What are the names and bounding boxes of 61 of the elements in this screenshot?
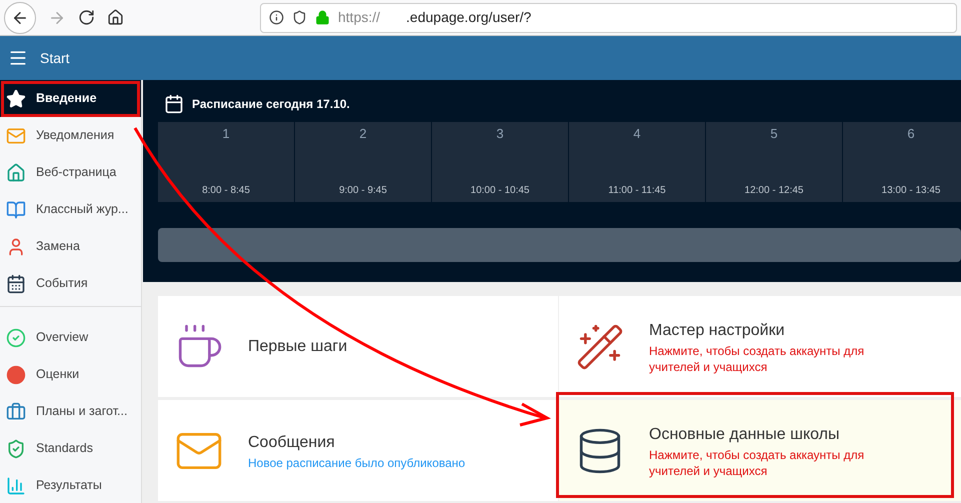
sidebar-item[interactable]: Планы и загот... [0,393,141,430]
card-subtitle: Нажмите, чтобы создать аккаунты для учителей и учащихся [649,446,866,478]
card-title: Основные данные школы [649,424,841,444]
back-button[interactable] [4,2,36,34]
period-cell[interactable]: 1 8:00 - 8:45 [158,122,294,202]
dashboard-card[interactable]: Основные данные школы Нажмите, чтобы создать аккаунты для учителей и учащихся [559,400,961,501]
period-time: 11:00 - 11:45 [608,184,666,198]
dashboard-card[interactable]: Мастер настройки Нажмите, чтобы создать аккаунты для учителей и учащихся [559,296,961,397]
period-number: 6 [907,125,915,143]
period-time: 12:00 - 12:45 [744,184,804,198]
url-text: .edupage.org/user/? [406,8,532,27]
period-time: 9:00 - 9:45 [339,184,387,198]
card-title: Первые шаги [248,336,348,356]
bar-chart-icon [6,476,26,496]
sidebar-item[interactable]: Классный жур... [0,191,141,228]
card-title: Мастер настройки [649,320,786,340]
shield-check-icon [6,438,26,458]
check-circle-icon [6,328,26,348]
sidebar-item[interactable]: Результаты [0,467,141,503]
briefcase-icon [6,402,26,422]
calendar-icon [164,94,184,114]
header-title: Start [40,48,70,68]
calendar-icon [6,274,26,294]
dashboard-card[interactable]: Сообщения Новое расписание было опубликовано [158,400,558,501]
period-cell[interactable]: 2 9:00 - 9:45 [295,122,431,202]
period-number: 4 [633,125,641,143]
period-cell[interactable]: 3 10:00 - 10:45 [432,122,568,202]
sidebar-item[interactable]: События [0,265,141,302]
period-time: 10:00 - 10:45 [470,184,530,198]
grade-circle-icon [6,364,26,384]
period-number: 5 [770,125,778,143]
home-icon[interactable] [107,9,124,26]
period-number: 3 [496,125,504,143]
period-number: 1 [222,125,230,143]
card-subtitle: Новое расписание было опубликовано [248,454,466,470]
sidebar-item[interactable]: Оценки [0,356,141,393]
card-subtitle: Нажмите, чтобы создать аккаунты для учителей и учащихся [649,342,866,374]
lock-icon [315,10,330,25]
shield-icon[interactable] [292,10,307,25]
sidebar-item[interactable]: Уведомления [0,117,141,154]
schedule-title: Расписание сегодня 17.10. [192,96,350,113]
period-cell[interactable]: 5 12:00 - 12:45 [706,122,842,202]
period-number: 2 [359,125,367,143]
notebook-icon [6,200,26,220]
period-cell[interactable]: 4 11:00 - 11:45 [569,122,705,202]
envelope-icon [6,126,26,146]
sidebar-item[interactable]: Standards [0,430,141,467]
house-icon [6,162,26,182]
period-cell[interactable]: 6 13:00 - 13:45 [843,122,961,202]
address-bar[interactable]: https:// .edupage.org/user/? [260,2,957,32]
sidebar-item[interactable]: Замена [0,228,141,265]
star-icon [6,88,26,108]
period-time: 13:00 - 13:45 [882,184,940,198]
url-scheme: https:// [338,8,380,27]
sidebar-item[interactable]: Веб-страница [0,154,141,191]
sidebar-item[interactable]: Overview [0,319,141,356]
reload-icon[interactable] [78,9,95,26]
period-time: 8:00 - 8:45 [202,184,250,198]
info-icon[interactable] [269,10,284,25]
dashboard-card[interactable]: Первые шаги [158,296,558,397]
card-title: Сообщения [248,432,336,452]
